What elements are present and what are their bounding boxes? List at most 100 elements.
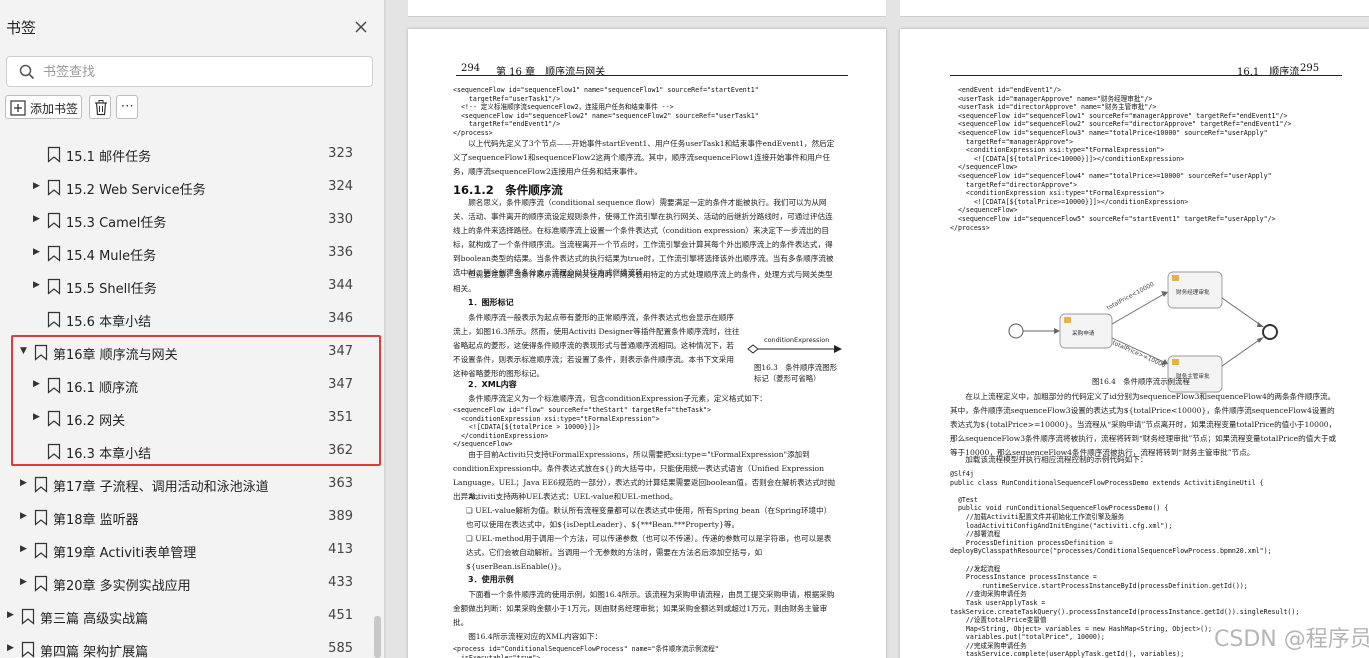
bookmark-icon xyxy=(47,179,61,196)
bookmark-item[interactable]: ▼ 第16章 顺序流与网关 347 xyxy=(0,336,372,368)
paragraph: 以上代码先定义了3个节点——开始事件startEvent1、用户任务userTa… xyxy=(453,139,835,176)
bookmark-page-number: 451 xyxy=(328,608,353,623)
expand-arrow-icon[interactable]: ▶ xyxy=(33,247,40,257)
bullet-item: ❑ UEL-method用于调用一个方法，可以传递参数（也可以不传递）。传递的参… xyxy=(466,534,832,571)
more-options-button[interactable]: ··· xyxy=(116,95,138,119)
bookmark-label: 16.1 顺序流 xyxy=(66,381,139,396)
add-bookmark-label: 添加书签 xyxy=(30,102,79,116)
figure-caption: 图16.4 条件顺序流示例流程 xyxy=(1092,377,1190,386)
page-number: 295 xyxy=(1300,63,1320,74)
bookmark-item[interactable]: ▶ 第18章 监听器 389 xyxy=(0,501,372,533)
diagram-node-label: 采购申请 xyxy=(1072,329,1095,337)
bookmark-item[interactable]: ▶ 第20章 多实例实战应用 433 xyxy=(0,567,372,599)
expand-arrow-icon[interactable]: ▶ xyxy=(20,478,27,488)
bookmark-label: 第17章 子流程、调用活动和泳池泳道 xyxy=(53,480,269,495)
bookmark-icon xyxy=(47,212,61,229)
diagram-edge-label: totalPrice>=10000 xyxy=(1111,339,1167,369)
previous-page-left-fragment xyxy=(408,0,886,17)
bookmark-scrollbar[interactable] xyxy=(374,136,381,658)
expand-arrow-icon[interactable]: ▶ xyxy=(20,544,27,554)
bookmark-page-number: 324 xyxy=(328,179,353,194)
expand-arrow-icon[interactable]: ▶ xyxy=(33,412,40,422)
figure-process-diagram: 采购申请 totalPrice<10000 totalPrice>=10000 … xyxy=(1008,271,1278,393)
bookmark-item[interactable]: ▶ 第三篇 高级实战篇 451 xyxy=(0,600,372,632)
bookmark-page-number: 330 xyxy=(328,212,353,227)
expand-arrow-icon[interactable]: ▶ xyxy=(7,643,14,653)
expand-arrow-icon[interactable]: ▶ xyxy=(33,181,40,191)
bookmark-label: 15.1 邮件任务 xyxy=(66,150,152,165)
paragraph: 图16.4所示流程对应的XML内容如下： xyxy=(468,632,603,641)
bookmark-label: 15.3 Camel任务 xyxy=(66,216,167,231)
bookmark-label: 15.4 Mule任务 xyxy=(66,249,157,264)
bookmark-page-number: 336 xyxy=(328,245,353,260)
bookmark-page-number: 585 xyxy=(328,641,353,656)
bookmark-page-number: 362 xyxy=(328,443,353,458)
figure-caption: 图16.3 条件顺序流图形标记（菱形可省略） xyxy=(754,363,837,383)
bookmark-item[interactable]: ▶ 15.4 Mule任务 336 xyxy=(0,237,372,269)
bookmark-search[interactable] xyxy=(6,56,373,87)
bookmark-item[interactable]: 15.6 本章小结 346 xyxy=(0,303,372,335)
bookmark-label: 16.2 网关 xyxy=(66,414,126,429)
code-block: <process id="ConditionalSequenceFlowProc… xyxy=(453,645,719,658)
pdf-page-right: 16.1 顺序流 295 <endEvent id="endEvent1"/> … xyxy=(900,29,1369,658)
collapse-arrow-icon[interactable]: ▼ xyxy=(20,346,27,356)
bookmark-item[interactable]: ▶ 第四篇 架构扩展篇 585 xyxy=(0,633,372,658)
bookmark-item[interactable]: ▶ 第17章 子流程、调用活动和泳池泳道 363 xyxy=(0,468,372,500)
bookmark-icon xyxy=(34,344,48,361)
bookmark-icon xyxy=(47,278,61,295)
expand-arrow-icon[interactable]: ▶ xyxy=(20,577,27,587)
bookmark-item[interactable]: ▶ 15.5 Shell任务 344 xyxy=(0,270,372,302)
bookmark-icon xyxy=(21,608,35,625)
previous-page-right-fragment xyxy=(900,0,1369,17)
bookmark-icon xyxy=(34,575,48,592)
bookmark-label: 16.3 本章小结 xyxy=(66,447,152,462)
bookmark-icon xyxy=(34,542,48,559)
expand-arrow-icon[interactable]: ▶ xyxy=(33,280,40,290)
paragraph: 条件顺序流一般表示为起点带有菱形的正常顺序流，条件表达式也会显示在顺序流上，如图… xyxy=(453,313,740,378)
subheading: 2．XML内容 xyxy=(468,380,517,389)
bookmark-page-number: 347 xyxy=(328,344,353,359)
close-icon[interactable] xyxy=(352,18,370,36)
diagram-node-label: 财务经理审批 xyxy=(1176,288,1210,296)
bullet-item: ❑ UEL-value解析为值。默认所有流程变量都可以在表达式中使用，所有Spr… xyxy=(466,506,832,529)
bookmark-label: 第18章 监听器 xyxy=(53,513,139,528)
bookmark-page-number: 346 xyxy=(328,311,353,326)
expand-arrow-icon[interactable]: ▶ xyxy=(33,214,40,224)
document-viewer[interactable]: 294 第 16 章 顺序流与网关 <sequenceFlow id="sequ… xyxy=(386,0,1369,658)
expand-arrow-icon[interactable]: ▶ xyxy=(20,511,27,521)
subheading: 1．图形标记 xyxy=(468,298,514,307)
scrollbar-thumb[interactable] xyxy=(374,616,381,658)
pdf-page-left: 294 第 16 章 顺序流与网关 <sequenceFlow id="sequ… xyxy=(408,29,886,658)
bookmark-page-number: 433 xyxy=(328,575,353,590)
add-bookmark-icon xyxy=(10,100,26,116)
bookmark-page-number: 344 xyxy=(328,278,353,293)
bookmark-panel-header: 书签 xyxy=(0,0,385,52)
expand-arrow-icon[interactable]: ▶ xyxy=(33,379,40,389)
bookmark-item[interactable]: ▶ 16.1 顺序流 347 xyxy=(0,369,372,401)
bookmark-icon xyxy=(47,311,61,328)
bookmark-page-number: 389 xyxy=(328,509,353,524)
bookmark-item[interactable]: ▶ 16.2 网关 351 xyxy=(0,402,372,434)
bookmark-item[interactable]: ▶ 第19章 Activiti表单管理 413 xyxy=(0,534,372,566)
bookmark-icon xyxy=(47,377,61,394)
subheading: 3．使用示例 xyxy=(468,575,514,584)
bookmark-page-number: 413 xyxy=(328,542,353,557)
more-options-label: ··· xyxy=(121,99,134,113)
bookmark-item[interactable]: 16.3 本章小结 362 xyxy=(0,435,372,467)
bookmark-icon xyxy=(47,443,61,460)
bookmark-label: 第三篇 高级实战篇 xyxy=(40,612,149,627)
bookmark-label: 第19章 Activiti表单管理 xyxy=(53,546,197,561)
bookmark-search-input[interactable] xyxy=(43,61,363,83)
bookmark-item[interactable]: ▶ 15.2 Web Service任务 324 xyxy=(0,171,372,203)
expand-arrow-icon[interactable]: ▶ xyxy=(7,610,14,620)
bookmark-icon xyxy=(47,245,61,262)
delete-bookmark-button[interactable] xyxy=(89,95,111,119)
bookmark-list: 15.1 邮件任务 323 ▶ 15.2 Web Service任务 324 ▶ 15.3 … xyxy=(0,136,372,658)
add-bookmark-button[interactable]: 添加书签 xyxy=(5,95,82,119)
bookmark-item[interactable]: 15.1 邮件任务 323 xyxy=(0,138,372,170)
header-rule xyxy=(456,75,848,76)
bookmark-label: 15.2 Web Service任务 xyxy=(66,183,206,198)
bookmark-label: 15.5 Shell任务 xyxy=(66,282,157,297)
bookmark-page-number: 347 xyxy=(328,377,353,392)
bookmark-item[interactable]: ▶ 15.3 Camel任务 330 xyxy=(0,204,372,236)
